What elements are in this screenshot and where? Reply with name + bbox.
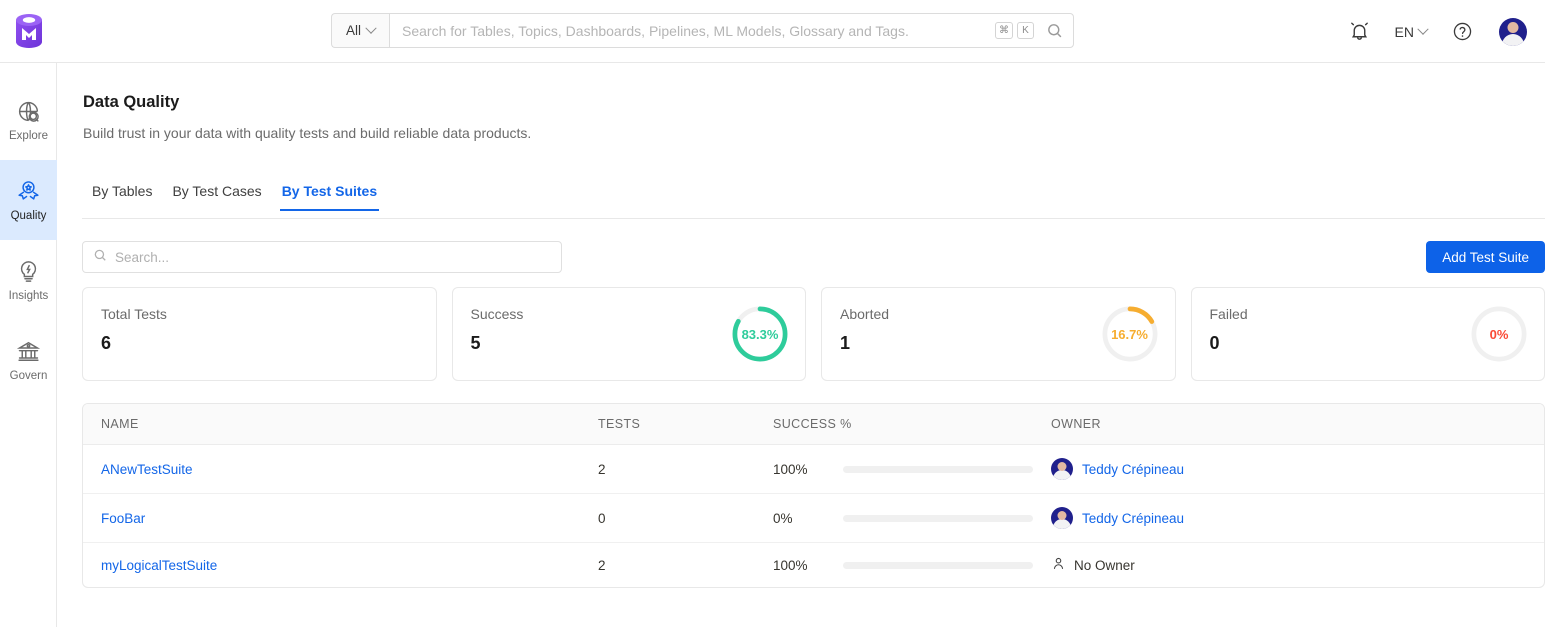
sidebar-item-explore[interactable]: Explore xyxy=(0,80,57,160)
avatar xyxy=(1051,507,1073,529)
search-input[interactable] xyxy=(402,22,991,39)
table-row: myLogicalTestSuite 2 100% No Owner xyxy=(83,543,1544,588)
failed-donut-chart: 0% xyxy=(1468,303,1530,365)
tab-by-test-cases[interactable]: By Test Cases xyxy=(162,183,271,210)
card-success: Success 5 83.3% xyxy=(451,287,806,381)
tab-by-test-suites[interactable]: By Test Suites xyxy=(272,183,387,211)
success-progress-bar xyxy=(843,465,1033,473)
chevron-down-icon xyxy=(365,22,377,34)
success-progress-bar xyxy=(843,561,1033,569)
tab-by-tables[interactable]: By Tables xyxy=(82,183,162,210)
chevron-down-icon xyxy=(1417,23,1429,35)
donut-percent-label: 83.3% xyxy=(741,326,779,342)
global-search-box[interactable]: ⌘ K xyxy=(389,13,1074,48)
tab-bar: By Tables By Test Cases By Test Suites xyxy=(82,183,1545,219)
avatar xyxy=(1051,458,1073,480)
search-scope-select[interactable]: All xyxy=(331,13,389,48)
filter-search-box[interactable] xyxy=(82,241,562,273)
tests-count: 2 xyxy=(598,557,606,573)
sidebar-item-quality[interactable]: Quality xyxy=(0,160,57,240)
table-header-row: NAME TESTS SUCCESS % OWNER xyxy=(83,404,1544,445)
success-donut-chart: 83.3% xyxy=(729,303,791,365)
openmetadata-cylinder-logo xyxy=(15,14,42,48)
owner-link[interactable]: Teddy Crépineau xyxy=(1082,462,1184,477)
tests-count: 0 xyxy=(580,493,755,543)
sidebar-item-insights[interactable]: Insights xyxy=(0,240,57,320)
sidebar: Explore Quality Insights Govern xyxy=(0,63,57,627)
test-suite-link[interactable]: myLogicalTestSuite xyxy=(101,558,217,573)
card-total-tests: Total Tests 6 xyxy=(82,287,437,381)
column-header-owner: OWNER xyxy=(1033,404,1544,445)
test-suite-link[interactable]: ANewTestSuite xyxy=(101,462,193,477)
success-percent-label: 100% xyxy=(773,461,808,477)
card-failed: Failed 0 0% xyxy=(1190,287,1545,381)
success-progress-bar xyxy=(843,514,1033,522)
user-outline-icon xyxy=(1051,556,1066,574)
owner-cell: No Owner xyxy=(1051,556,1544,574)
sidebar-item-label: Govern xyxy=(9,369,48,382)
add-test-suite-button[interactable]: Add Test Suite xyxy=(1426,241,1545,273)
column-header-tests: TESTS xyxy=(580,404,755,445)
success-percent-label: 0% xyxy=(773,510,793,526)
owner-cell: Teddy Crépineau xyxy=(1051,507,1544,529)
sidebar-item-label: Explore xyxy=(9,129,48,142)
avatar-head xyxy=(1507,22,1519,34)
search-scope-label: All xyxy=(345,23,361,38)
language-label: EN xyxy=(1394,23,1414,40)
donut-percent-label: 16.7% xyxy=(1111,326,1148,342)
toolbar: Add Test Suite xyxy=(82,241,1545,273)
owner-cell: Teddy Crépineau xyxy=(1051,458,1544,480)
tests-count: 2 xyxy=(580,444,755,494)
card-value: 6 xyxy=(101,333,112,353)
test-suite-link[interactable]: FooBar xyxy=(101,511,145,526)
search-input[interactable] xyxy=(115,249,551,265)
notification-bell-icon[interactable] xyxy=(1335,0,1385,63)
column-header-name: NAME xyxy=(83,404,580,445)
avatar[interactable] xyxy=(1499,17,1527,46)
top-bar-actions: EN xyxy=(1335,0,1527,63)
globe-search-icon xyxy=(16,99,42,125)
card-label: Total Tests xyxy=(101,306,167,322)
aborted-donut-chart: 16.7% xyxy=(1099,303,1161,365)
success-percent-label: 100% xyxy=(773,557,808,573)
success-percent-cell: 100% xyxy=(773,558,1033,573)
test-suites-table: NAME TESTS SUCCESS % OWNER ANewTestSuite… xyxy=(82,403,1545,588)
bank-classical-icon xyxy=(16,339,42,365)
quality-award-icon xyxy=(16,179,42,205)
search-icon xyxy=(93,248,107,267)
global-search: All ⌘ K xyxy=(331,13,1074,48)
page-subtitle: Build trust in your data with quality te… xyxy=(83,125,532,141)
card-aborted: Aborted 1 16.7% xyxy=(821,287,1176,381)
success-percent-cell: 100% xyxy=(773,462,1033,477)
main-content: Data Quality Build trust in your data wi… xyxy=(57,63,1545,627)
sidebar-item-label: Insights xyxy=(8,289,49,302)
avatar-body xyxy=(1502,33,1524,46)
sidebar-item-label: Quality xyxy=(10,209,47,222)
table-row: FooBar 0 0% Teddy Crépineau xyxy=(83,493,1544,543)
owner-link[interactable]: Teddy Crépineau xyxy=(1082,511,1184,526)
summary-cards: Total Tests 6 Success 5 83.3% Aborted 1 xyxy=(82,287,1545,381)
page-title: Data Quality xyxy=(83,93,180,111)
owner-label: No Owner xyxy=(1074,557,1135,573)
table-row: ANewTestSuite 2 100% Teddy Crépineau xyxy=(83,444,1544,494)
donut-percent-label: 0% xyxy=(1489,326,1509,342)
success-percent-cell: 0% xyxy=(773,511,1033,526)
kbd-k-badge: K xyxy=(1017,22,1034,39)
column-header-success: SUCCESS % xyxy=(755,404,1033,445)
help-circle-icon[interactable] xyxy=(1437,0,1487,63)
sidebar-item-govern[interactable]: Govern xyxy=(0,320,57,400)
kbd-cmd-badge: ⌘ xyxy=(995,22,1013,39)
lightbulb-icon xyxy=(16,259,42,285)
search-icon[interactable] xyxy=(1046,22,1063,39)
app-logo[interactable] xyxy=(0,13,57,49)
language-selector[interactable]: EN xyxy=(1385,0,1437,63)
top-bar: All ⌘ K EN xyxy=(0,0,1545,63)
